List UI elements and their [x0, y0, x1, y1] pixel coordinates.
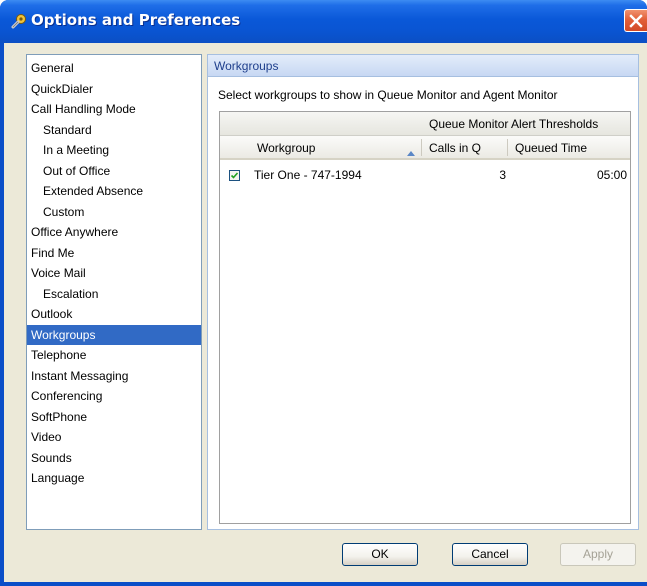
panel-description: Select workgroups to show in Queue Monit… [218, 88, 558, 102]
grid-group-header: Queue Monitor Alert Thresholds [220, 112, 630, 136]
grid-column-header: Workgroup Calls in Q Queued Time [220, 136, 630, 160]
panel-title: Workgroups [208, 55, 638, 77]
column-separator[interactable] [421, 139, 422, 156]
cancel-button[interactable]: Cancel [452, 543, 528, 566]
options-dialog: Options and Preferences General QuickDial… [0, 0, 647, 586]
category-item[interactable]: General [27, 58, 201, 79]
wrench-gear-icon [11, 13, 27, 29]
category-item[interactable]: QuickDialer [27, 79, 201, 100]
alert-thresholds-header: Queue Monitor Alert Thresholds [429, 117, 599, 131]
sort-ascending-icon [407, 145, 415, 159]
window-title: Options and Preferences [31, 11, 241, 29]
cell-calls-in-q: 3 [499, 168, 506, 182]
close-icon [629, 14, 643, 28]
title-bar[interactable]: Options and Preferences [0, 0, 647, 43]
category-item[interactable]: Conferencing [27, 386, 201, 407]
category-item[interactable]: Custom [27, 202, 201, 223]
ok-button[interactable]: OK [342, 543, 418, 566]
cell-workgroup: Tier One - 747-1994 [254, 168, 362, 182]
cell-queued-time: 05:00 [596, 168, 627, 182]
category-list[interactable]: General QuickDialer Call Handling Mode Stan… [26, 54, 202, 530]
column-header-calls-in-q[interactable]: Calls in Q [429, 141, 481, 155]
category-item[interactable]: Workgroups [27, 324, 201, 345]
category-item[interactable]: Office Anywhere [27, 222, 201, 243]
category-item[interactable]: Voice Mail [27, 263, 201, 284]
column-header-queued-time[interactable]: Queued Time [515, 141, 587, 155]
category-item[interactable]: SoftPhone [27, 407, 201, 428]
category-item[interactable]: Outlook [27, 304, 201, 325]
column-separator[interactable] [507, 139, 508, 156]
category-item[interactable]: Sounds [27, 448, 201, 469]
column-header-workgroup[interactable]: Workgroup [257, 141, 315, 155]
category-item[interactable]: Extended Absence [27, 181, 201, 202]
apply-button[interactable]: Apply [560, 543, 636, 566]
close-button[interactable] [624, 9, 647, 32]
category-item[interactable]: Call Handling Mode [27, 99, 201, 120]
category-item[interactable]: Find Me [27, 243, 201, 264]
category-item[interactable]: Instant Messaging [27, 366, 201, 387]
category-item[interactable]: Telephone [27, 345, 201, 366]
window-border-bottom [0, 582, 647, 586]
workgroups-grid[interactable]: Queue Monitor Alert Thresholds Workgroup… [219, 111, 631, 524]
table-row[interactable]: Tier One - 747-1994 3 05:00 [220, 166, 630, 184]
workgroup-checkbox[interactable] [229, 170, 240, 181]
category-item[interactable]: Escalation [27, 284, 201, 305]
category-item[interactable]: Standard [27, 120, 201, 141]
checkmark-icon [230, 172, 239, 179]
category-item[interactable]: Language [27, 468, 201, 489]
category-item[interactable]: Video [27, 427, 201, 448]
category-item[interactable]: Out of Office [27, 161, 201, 182]
category-item[interactable]: In a Meeting [27, 140, 201, 161]
